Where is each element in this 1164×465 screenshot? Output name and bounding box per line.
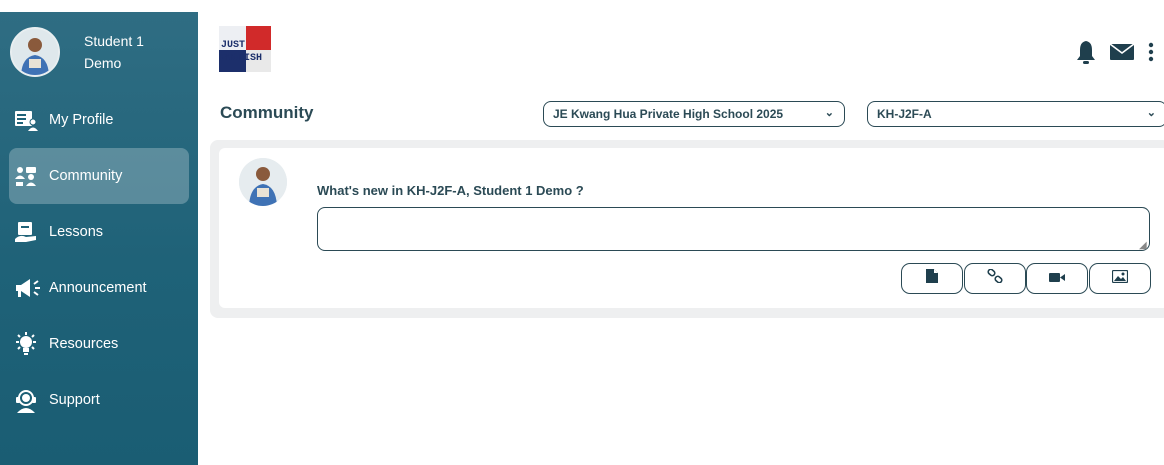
file-icon	[926, 269, 938, 288]
sidebar-item-label: Resources	[49, 336, 119, 352]
svg-text:JUST: JUST	[221, 40, 245, 51]
sidebar-item-my-profile[interactable]: My Profile	[9, 92, 189, 148]
header-actions	[1062, 40, 1154, 64]
avatar[interactable]	[10, 27, 60, 77]
community-icon	[13, 163, 39, 189]
more-vertical-icon[interactable]	[1148, 42, 1154, 62]
chevron-down-icon: ⌄	[1146, 107, 1156, 119]
school-select[interactable]: JE Kwang Hua Private High School 2025 ⌄	[543, 101, 845, 127]
post-input[interactable]	[317, 207, 1150, 251]
svg-text:ENGLISH: ENGLISH	[220, 53, 262, 64]
attach-video-button[interactable]	[1026, 263, 1088, 294]
page-title: Community	[220, 103, 314, 122]
video-camera-icon	[1049, 270, 1065, 288]
user-name: Student 1 Demo	[84, 30, 164, 74]
sidebar-item-lessons[interactable]: Lessons	[9, 204, 189, 260]
sidebar-item-resources[interactable]: Resources	[9, 316, 189, 372]
sidebar-item-label: Announcement	[49, 280, 147, 296]
sidebar-item-label: My Profile	[49, 112, 114, 128]
megaphone-icon	[13, 275, 47, 301]
sidebar-item-label: Lessons	[49, 224, 104, 240]
attach-file-button[interactable]	[901, 263, 963, 294]
sidebar-nav: My Profile Community Lessons Announcemen…	[0, 92, 198, 428]
composer-prompt: What's new in KH-J2F-A, Student 1 Demo ?	[317, 183, 584, 198]
sidebar-item-support[interactable]: Support	[9, 372, 189, 428]
sidebar-item-label: Community	[49, 168, 123, 184]
profile-card-icon	[13, 107, 39, 133]
link-icon	[987, 268, 1003, 288]
headset-icon	[13, 387, 39, 413]
user-first-line: Student 1	[84, 33, 144, 49]
lightbulb-icon	[13, 331, 39, 357]
sidebar-item-community[interactable]: Community	[9, 148, 189, 204]
user-second-line: Demo	[84, 55, 122, 71]
avatar	[239, 158, 287, 206]
attach-image-button[interactable]	[1089, 263, 1151, 294]
user-profile[interactable]: Student 1 Demo	[0, 12, 198, 92]
school-select-value: JE Kwang Hua Private High School 2025	[553, 107, 784, 121]
class-select[interactable]: KH-J2F-A ⌄	[867, 101, 1164, 127]
image-icon	[1111, 269, 1129, 288]
chevron-down-icon: ⌄	[824, 107, 834, 119]
resize-handle-icon[interactable]: ◢	[1139, 240, 1147, 251]
mail-icon[interactable]	[1110, 44, 1134, 60]
class-select-value: KH-J2F-A	[877, 107, 932, 121]
sidebar-item-label: Support	[49, 392, 100, 408]
bell-icon[interactable]	[1076, 40, 1096, 64]
sidebar-item-announcement[interactable]: Announcement	[9, 260, 189, 316]
attach-link-button[interactable]	[964, 263, 1026, 294]
sidebar: Student 1 Demo My Profile Community Less…	[0, 12, 198, 465]
just-english-logo[interactable]: JUST ENGLISH	[219, 26, 291, 72]
lessons-icon	[13, 219, 39, 245]
